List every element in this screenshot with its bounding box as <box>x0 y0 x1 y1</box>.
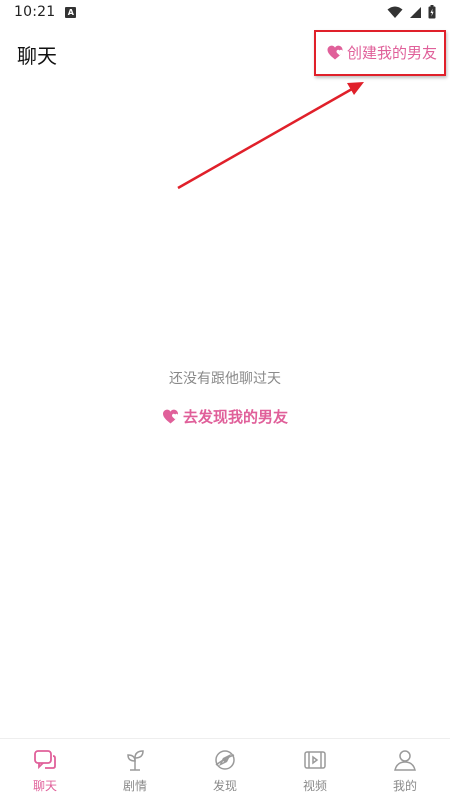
chat-icon <box>32 747 58 773</box>
screen: 10:21 A 聊天 创建我的男友 还没有跟他聊过天 去发现我的男友 聊天 剧情… <box>0 0 450 800</box>
a-icon: A <box>65 6 77 18</box>
empty-state: 还没有跟他聊过天 去发现我的男友 <box>0 368 450 428</box>
tab-discover[interactable]: 发现 <box>180 739 270 800</box>
tab-profile[interactable]: 我的 <box>360 739 450 800</box>
tab-discover-label: 发现 <box>212 779 237 793</box>
tab-story-label: 剧情 <box>122 779 147 793</box>
compass-icon <box>212 747 238 773</box>
status-icons <box>387 5 436 19</box>
tab-chat-label: 聊天 <box>32 779 57 793</box>
profile-icon <box>392 747 418 773</box>
status-bar: 10:21 A <box>0 0 450 24</box>
discover-boyfriend-button[interactable]: 去发现我的男友 <box>162 406 288 427</box>
sprout-icon <box>122 747 148 773</box>
discover-boyfriend-label: 去发现我的男友 <box>182 408 288 426</box>
battery-icon <box>428 5 436 19</box>
signal-icon <box>410 6 421 18</box>
header: 聊天 创建我的男友 <box>0 30 450 78</box>
tab-video-label: 视频 <box>302 779 327 793</box>
tab-profile-label: 我的 <box>392 779 417 793</box>
page-title: 聊天 <box>17 44 57 68</box>
status-time: 10:21 <box>14 4 56 20</box>
bottom-nav: 聊天 剧情 发现 视频 我的 <box>0 738 450 800</box>
video-icon <box>302 747 328 773</box>
heart-icon <box>162 409 178 424</box>
tab-video[interactable]: 视频 <box>270 739 360 800</box>
tab-story[interactable]: 剧情 <box>90 739 180 800</box>
heart-icon <box>327 45 343 60</box>
empty-message: 还没有跟他聊过天 <box>169 371 281 387</box>
create-boyfriend-button[interactable]: 创建我的男友 <box>327 42 437 63</box>
tab-chat[interactable]: 聊天 <box>0 739 90 800</box>
wifi-icon <box>387 6 403 18</box>
create-boyfriend-label: 创建我的男友 <box>347 44 438 62</box>
